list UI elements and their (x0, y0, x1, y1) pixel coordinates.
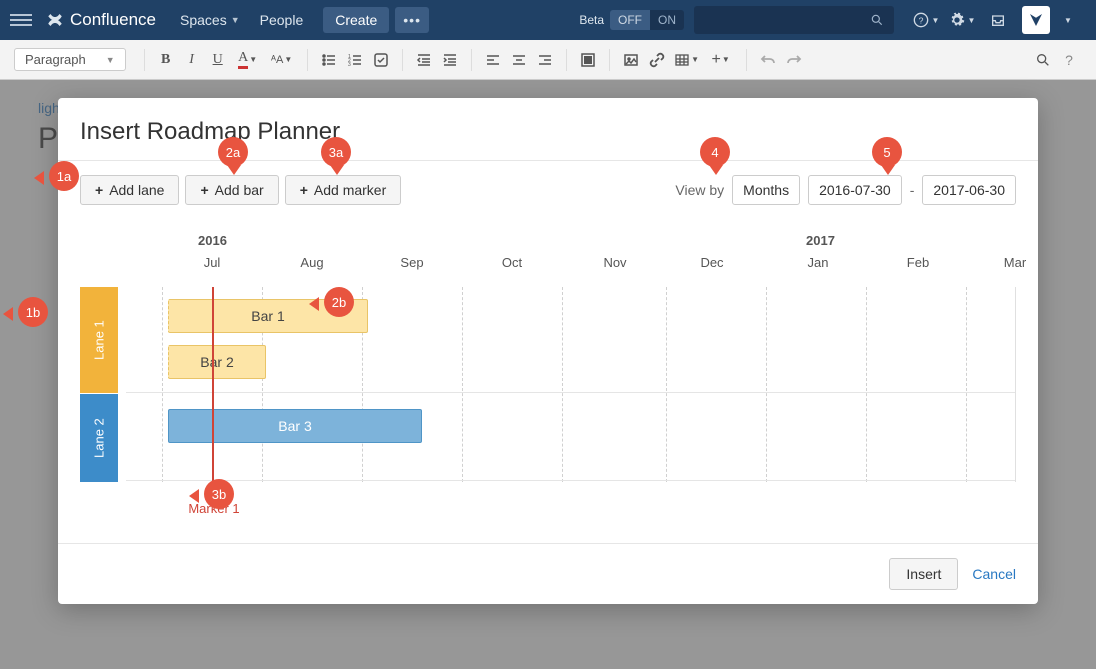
beta-on[interactable]: ON (650, 10, 684, 30)
more-button[interactable]: ••• (395, 7, 429, 33)
lane-1-area[interactable]: Bar 1 Bar 2 (126, 287, 1015, 393)
marker-1-line[interactable] (212, 287, 214, 497)
insert-table-button[interactable]: ▼ (670, 47, 704, 73)
italic-button[interactable]: I (179, 47, 205, 73)
create-button[interactable]: Create (323, 7, 389, 33)
brand[interactable]: Confluence (46, 10, 156, 30)
align-center-button[interactable] (506, 47, 532, 73)
lane-2-area[interactable]: Bar 3 (126, 393, 1015, 481)
add-marker-label: Add marker (314, 182, 386, 198)
add-lane-label: Add lane (109, 182, 164, 198)
brand-label: Confluence (70, 10, 156, 30)
paragraph-style-label: Paragraph (25, 52, 86, 67)
year-2016: 2016 (198, 233, 227, 248)
add-marker-button[interactable]: + Add marker (285, 175, 402, 205)
lane-2-tab[interactable]: Lane 2 (80, 394, 118, 482)
app-switcher-icon[interactable] (1022, 6, 1050, 34)
beta-toggle[interactable]: Beta OFF ON (579, 10, 684, 30)
bold-button[interactable]: B (153, 47, 179, 73)
month-aug: Aug (300, 255, 323, 270)
date-separator: - (910, 182, 915, 198)
task-list-button[interactable] (368, 47, 394, 73)
profile-chevron[interactable]: ▼ (1054, 16, 1082, 25)
chevron-down-icon: ▼ (968, 16, 976, 25)
nav-spaces[interactable]: Spaces ▼ (180, 12, 240, 28)
insert-more-button[interactable]: +▼ (704, 47, 738, 73)
search-icon (870, 13, 884, 27)
paragraph-style-select[interactable]: Paragraph ▼ (14, 48, 126, 71)
add-bar-label: Add bar (215, 182, 264, 198)
align-right-button[interactable] (532, 47, 558, 73)
year-2017: 2017 (806, 233, 835, 248)
bullet-list-button[interactable] (316, 47, 342, 73)
beta-label: Beta (579, 13, 604, 27)
timeline: 2016 2017 Jul Aug Sep Oct Nov Dec Jan Fe… (80, 233, 1016, 482)
chevron-down-icon: ▼ (231, 15, 240, 25)
editor-toolbar: Paragraph ▼ B I U A▼ ᴬA▼ 123 ▼ +▼ ? (0, 40, 1096, 80)
marker-1-label[interactable]: Marker 1 (188, 501, 239, 516)
roadmap-modal: Insert Roadmap Planner + Add lane + Add ba… (58, 98, 1038, 604)
svg-text:?: ? (918, 15, 923, 25)
end-date-input[interactable]: 2017-06-30 (922, 175, 1016, 205)
month-oct: Oct (502, 255, 522, 270)
month-jan: Jan (808, 255, 829, 270)
find-button[interactable] (1030, 47, 1056, 73)
chevron-down-icon: ▼ (932, 16, 940, 25)
insert-button[interactable]: Insert (889, 558, 958, 590)
bar-2[interactable]: Bar 2 (168, 345, 266, 379)
tray-icon[interactable] (984, 12, 1012, 28)
help-icon[interactable]: ? ▼ (912, 12, 940, 28)
add-lane-button[interactable]: + Add lane (80, 175, 179, 205)
bar-3[interactable]: Bar 3 (168, 409, 422, 443)
bar-1[interactable]: Bar 1 (168, 299, 368, 333)
month-nov: Nov (603, 255, 626, 270)
month-mar: Mar (1004, 255, 1026, 270)
nav-spaces-label: Spaces (180, 12, 227, 28)
month-feb: Feb (907, 255, 929, 270)
undo-button[interactable] (755, 47, 781, 73)
indent-button[interactable] (437, 47, 463, 73)
text-color-button[interactable]: A▼ (231, 47, 265, 73)
timeline-body[interactable]: Bar 1 Bar 2 Bar 3 (126, 287, 1016, 482)
beta-off[interactable]: OFF (610, 10, 650, 30)
modal-title: Insert Roadmap Planner (58, 98, 1038, 161)
cancel-button[interactable]: Cancel (972, 566, 1016, 582)
gear-icon[interactable]: ▼ (948, 12, 976, 28)
redo-button[interactable] (781, 47, 807, 73)
start-date-input[interactable]: 2016-07-30 (808, 175, 902, 205)
app-header: Confluence Spaces ▼ People Create ••• Be… (0, 0, 1096, 40)
lane-1-tab[interactable]: Lane 1 (80, 287, 118, 393)
plus-icon: + (300, 182, 308, 198)
modal-controls: + Add lane + Add bar + Add marker View by M… (80, 175, 1016, 205)
plus-icon: + (200, 182, 208, 198)
svg-text:3: 3 (348, 62, 351, 68)
number-list-button[interactable]: 123 (342, 47, 368, 73)
plus-icon: + (95, 182, 103, 198)
viewby-select[interactable]: Months (732, 175, 800, 205)
chevron-down-icon: ▼ (106, 55, 115, 65)
viewby-label: View by (675, 182, 724, 198)
page-layout-button[interactable] (575, 47, 601, 73)
confluence-icon (46, 11, 64, 29)
align-left-button[interactable] (480, 47, 506, 73)
more-format-button[interactable]: ᴬA▼ (265, 47, 299, 73)
month-jul: Jul (204, 255, 221, 270)
insert-image-button[interactable] (618, 47, 644, 73)
month-dec: Dec (700, 255, 723, 270)
insert-link-button[interactable] (644, 47, 670, 73)
hamburger-icon[interactable] (10, 9, 32, 31)
add-bar-button[interactable]: + Add bar (185, 175, 278, 205)
nav-people[interactable]: People (260, 12, 304, 28)
search-input[interactable] (694, 6, 894, 34)
nav-people-label: People (260, 12, 304, 28)
editor-help-button[interactable]: ? (1056, 47, 1082, 73)
month-sep: Sep (400, 255, 423, 270)
underline-button[interactable]: U (205, 47, 231, 73)
outdent-button[interactable] (411, 47, 437, 73)
modal-footer: Insert Cancel (58, 543, 1038, 604)
